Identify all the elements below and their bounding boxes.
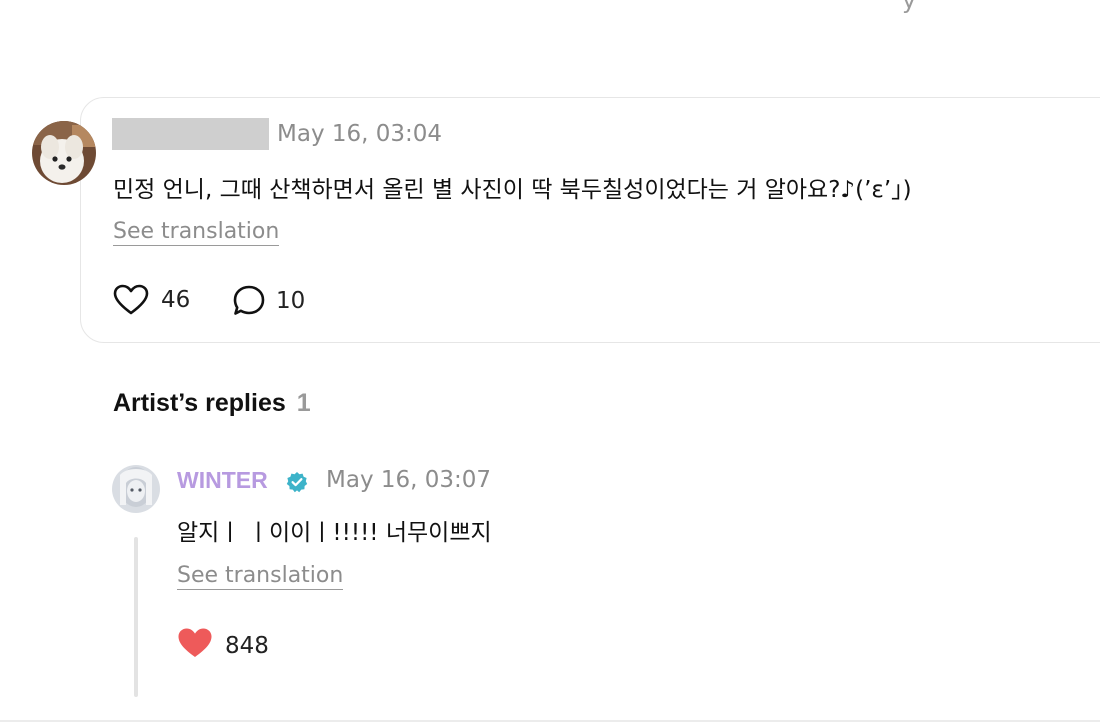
- see-translation-link[interactable]: See translation: [113, 219, 280, 246]
- comment-text: 민정 언니, 그때 산책하면서 올린 별 사진이 딱 북두칠성이었다는 거 알아…: [113, 177, 912, 203]
- reply-timestamp: May 16, 03:07: [326, 467, 492, 493]
- speech-bubble-icon: [232, 284, 266, 318]
- comment-reply-button[interactable]: 10: [232, 284, 305, 318]
- reply-like-count: 848: [225, 633, 269, 659]
- comment-like-button[interactable]: 46: [113, 284, 190, 316]
- reply-thread-line: [134, 537, 138, 697]
- artist-replies-heading: Artist’s replies 1: [113, 389, 311, 418]
- artist-replies-count: 1: [296, 389, 311, 417]
- comment-like-count: 46: [161, 287, 191, 313]
- reply-see-translation-link[interactable]: See translation: [177, 563, 344, 590]
- comment-reply-count: 10: [276, 288, 306, 314]
- reply-like-button[interactable]: 848: [177, 627, 269, 665]
- verified-badge-icon: [286, 471, 308, 493]
- heart-outline-icon: [113, 284, 149, 316]
- artist-name[interactable]: WINTER: [177, 467, 268, 494]
- comment-timestamp: May 16, 03:04: [277, 121, 443, 147]
- commenter-avatar[interactable]: [32, 121, 96, 185]
- artist-avatar[interactable]: [112, 465, 160, 513]
- cut-off-text: y: [902, 0, 917, 14]
- redacted-username: [112, 118, 269, 150]
- artist-replies-title: Artist’s replies: [113, 389, 286, 417]
- bottom-divider: [0, 720, 1100, 722]
- page: y May 16, 03:04 민정 언니, 그때 산책하면서 올린 별 사진이…: [0, 0, 1100, 724]
- heart-filled-icon: [177, 627, 213, 665]
- reply-text: 알지ㅣ ㅣ이이ㅣ!!!!! 너무이쁘지: [177, 520, 492, 546]
